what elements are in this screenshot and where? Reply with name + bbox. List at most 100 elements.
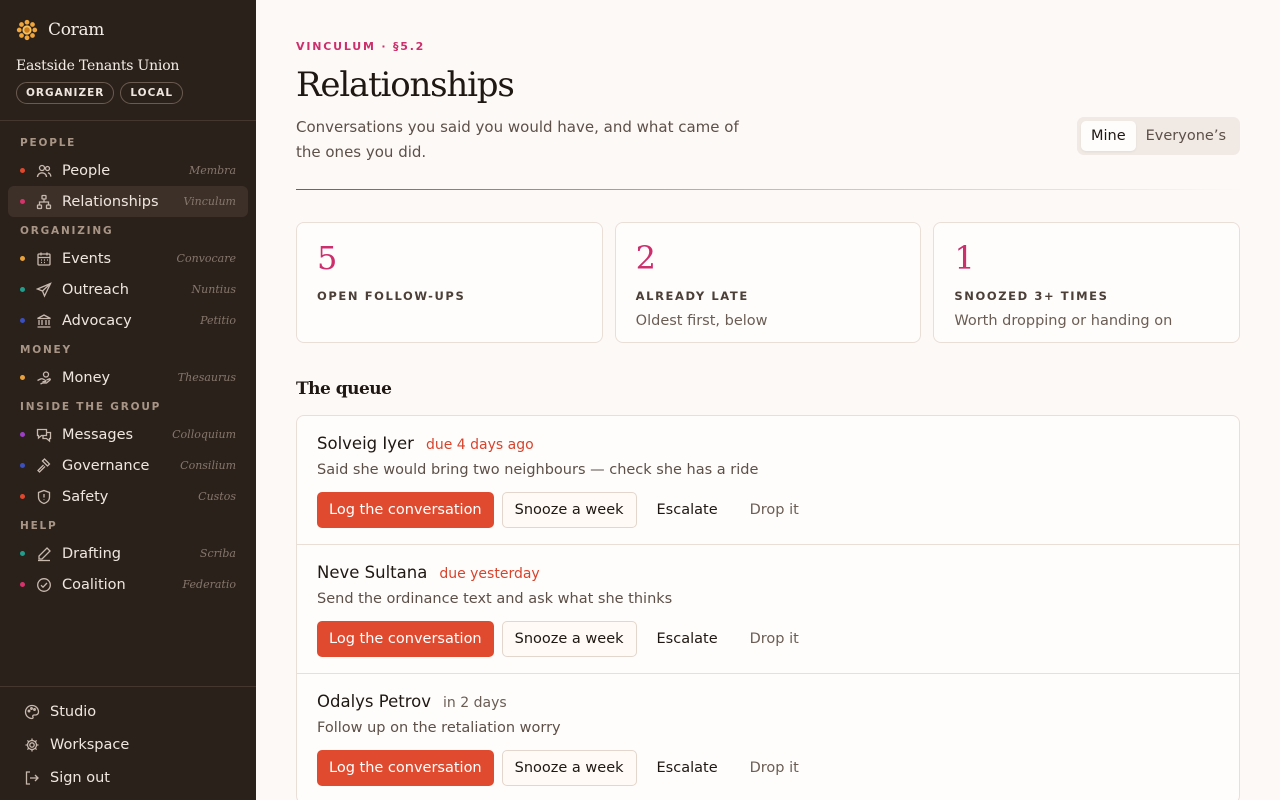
network-icon (36, 194, 52, 209)
sidebar-item-label: People (62, 162, 111, 179)
sidebar-item-label: Outreach (62, 281, 129, 298)
gavel-icon (37, 457, 51, 473)
status-dot (20, 375, 25, 380)
snooze-button[interactable]: Snooze a week (501, 750, 637, 786)
contact-name[interactable]: Neve Sultana (317, 563, 427, 582)
sidebar-item-people[interactable]: People Membra (8, 155, 248, 186)
footer-item-label: Workspace (50, 736, 130, 753)
sidebar-item-label: Coalition (62, 576, 126, 593)
sidebar-item-label: Relationships (62, 193, 159, 210)
people-icon (36, 164, 52, 177)
sidebar-nav: PEOPLE People Membra Relationships Vincu… (0, 121, 256, 600)
brand[interactable]: Coram (0, 0, 256, 42)
sidebar-item-outreach[interactable]: Outreach Nuntius (8, 274, 248, 305)
sidebar-item-label: Messages (62, 426, 134, 443)
sidebar-item-messages[interactable]: Messages Colloquium (8, 419, 248, 450)
sidebar-item-label: Advocacy (62, 312, 132, 329)
queue-item: Neve Sultana due yesterday Send the ordi… (297, 545, 1239, 674)
status-dot (20, 168, 25, 173)
sidebar-item-coalition[interactable]: Coalition Federatio (8, 569, 248, 600)
status-dot (20, 551, 25, 556)
footer-item-studio[interactable]: Studio (24, 695, 240, 728)
sidebar-item-label: Events (62, 250, 112, 267)
stat-value: 5 (317, 239, 338, 277)
sidebar: Coram Eastside Tenants Union ORGANIZER L… (0, 0, 256, 800)
toggle-everyones[interactable]: Everyone’s (1136, 121, 1236, 151)
toggle-mine[interactable]: Mine (1080, 121, 1136, 151)
sidebar-item-money[interactable]: Money Thesaurus (8, 362, 248, 393)
snooze-button[interactable]: Snooze a week (501, 621, 637, 657)
escalate-button[interactable]: Escalate (645, 760, 730, 776)
header-row: Conversations you said you would have, a… (296, 115, 1240, 165)
status-dot (20, 582, 25, 587)
brand-name: Coram (48, 20, 105, 40)
role-badges: ORGANIZER LOCAL (0, 74, 256, 121)
log-conversation-button[interactable]: Log the conversation (317, 492, 494, 528)
sidebar-item-latin: Vinculum (183, 195, 236, 208)
sidebar-item-latin: Colloquium (172, 428, 236, 441)
check-circle-icon (37, 577, 51, 592)
sidebar-item-advocacy[interactable]: Advocacy Petitio (8, 305, 248, 336)
nav-section-inside-the-group: INSIDE THE GROUP (20, 401, 162, 413)
page-eyebrow: VINCULUM · §5.2 (296, 40, 426, 53)
sidebar-item-drafting[interactable]: Drafting Scriba (8, 538, 248, 569)
footer-item-sign-out[interactable]: Sign out (24, 761, 240, 794)
sidebar-item-latin: Consilium (180, 459, 236, 472)
status-dot (20, 287, 25, 292)
sign-out-icon (25, 770, 39, 785)
status-dot (20, 199, 25, 204)
sidebar-item-governance[interactable]: Governance Consilium (8, 450, 248, 481)
calendar-icon (37, 252, 51, 266)
log-conversation-button[interactable]: Log the conversation (317, 750, 494, 786)
status-dot (20, 494, 25, 499)
main-content: VINCULUM · §5.2 Relationships Conversati… (256, 0, 1280, 800)
sidebar-item-latin: Membra (188, 164, 236, 177)
stat-label: OPEN FOLLOW-UPS (317, 289, 466, 303)
queue-title: The queue (296, 379, 392, 399)
sidebar-item-label: Money (62, 369, 111, 386)
status-dot (20, 318, 25, 323)
due-status: in 2 days (443, 695, 507, 711)
footer-item-label: Sign out (50, 769, 110, 786)
due-status: due 4 days ago (425, 437, 534, 453)
escalate-button[interactable]: Escalate (645, 502, 730, 518)
drop-button[interactable]: Drop it (738, 760, 811, 776)
money-hand-icon (37, 370, 51, 385)
sidebar-item-relationships[interactable]: Relationships Vinculum (8, 186, 248, 217)
send-icon (36, 281, 52, 298)
snooze-button[interactable]: Snooze a week (501, 492, 637, 528)
status-dot (20, 463, 25, 468)
gear-icon (25, 738, 39, 751)
sidebar-item-latin: Nuntius (191, 283, 236, 296)
sidebar-item-latin: Federatio (182, 578, 236, 591)
sidebar-item-events[interactable]: Events Convocare (8, 243, 248, 274)
contact-name[interactable]: Odalys Petrov (317, 692, 431, 711)
shield-icon (37, 489, 51, 504)
drop-button[interactable]: Drop it (738, 631, 811, 647)
drop-button[interactable]: Drop it (738, 502, 811, 518)
log-conversation-button[interactable]: Log the conversation (317, 621, 494, 657)
nav-section-people: PEOPLE (20, 137, 77, 149)
sidebar-item-label: Drafting (62, 545, 121, 562)
footer-item-label: Studio (50, 703, 97, 720)
nav-section-money: MONEY (20, 344, 72, 356)
queue-item: Solveig Iyer due 4 days ago Said she wou… (297, 416, 1239, 545)
stat-sub: Worth dropping or handing on (954, 313, 1173, 329)
scope-badge: LOCAL (120, 82, 184, 104)
contact-name[interactable]: Solveig Iyer (317, 434, 414, 453)
page-title: Relationships (296, 65, 515, 105)
nav-section-organizing: ORGANIZING (20, 225, 114, 237)
page-subtitle: Conversations you said you would have, a… (296, 118, 739, 161)
sidebar-item-latin: Custos (198, 490, 236, 503)
pen-icon (38, 546, 51, 561)
stat-card-snoozed: 1 SNOOZED 3+ TIMES Worth dropping or han… (933, 222, 1241, 343)
scope-toggle: Mine Everyone’s (1076, 117, 1240, 155)
stat-label: ALREADY LATE (635, 289, 749, 303)
follow-up-note: Send the ordinance text and ask what she… (317, 591, 673, 607)
footer-item-workspace[interactable]: Workspace (24, 728, 240, 761)
follow-up-note: Said she would bring two neighbours — ch… (317, 462, 759, 478)
stat-label: SNOOZED 3+ TIMES (954, 289, 1109, 303)
sidebar-item-safety[interactable]: Safety Custos (8, 481, 248, 512)
escalate-button[interactable]: Escalate (645, 631, 730, 647)
stats-row: 5 OPEN FOLLOW-UPS 2 ALREADY LATE Oldest … (296, 222, 1241, 343)
